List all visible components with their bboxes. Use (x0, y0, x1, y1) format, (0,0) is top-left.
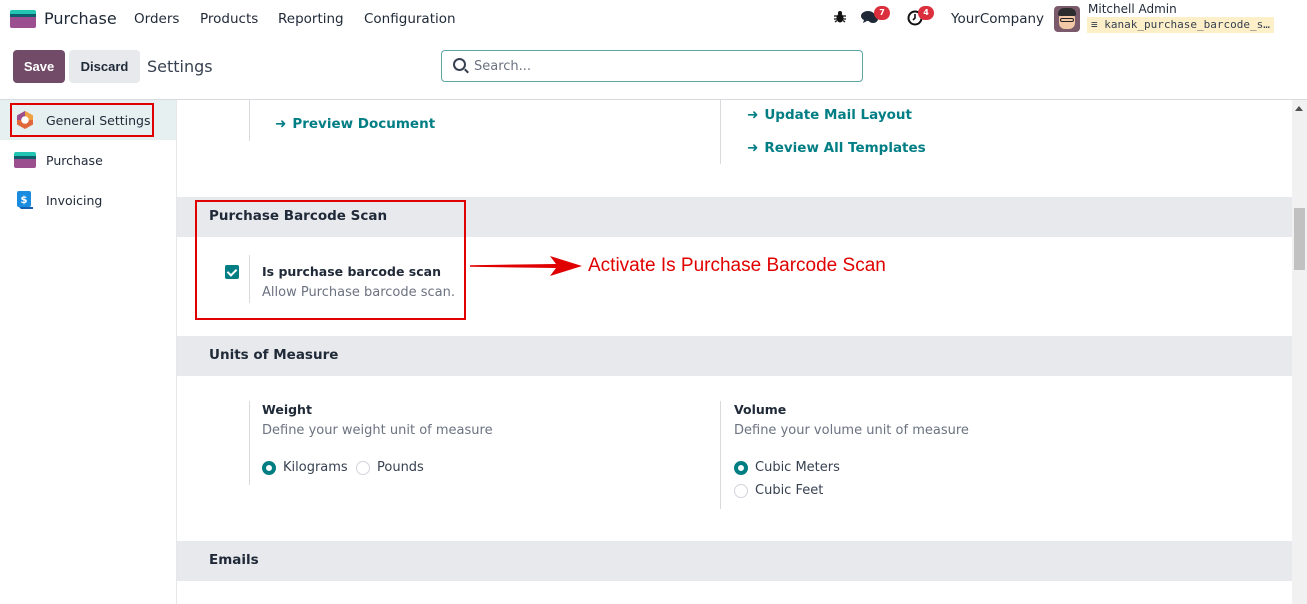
menu-configuration[interactable]: Configuration (364, 11, 456, 27)
section-header-emails: Emails (177, 541, 1292, 581)
sidebar-item-purchase[interactable]: Purchase (0, 140, 176, 180)
volume-title: Volume (734, 402, 787, 417)
volume-description: Define your volume unit of measure (734, 423, 969, 438)
company-switcher[interactable]: YourCompany (951, 11, 1044, 27)
arrow-right-icon: ➜ (747, 140, 759, 156)
general-settings-icon (17, 111, 33, 129)
svg-text:$: $ (21, 195, 28, 206)
weight-description: Define your weight unit of measure (262, 423, 493, 438)
annotation-text: Activate Is Purchase Barcode Scan (588, 255, 886, 276)
radio-label-cubic-meters[interactable]: Cubic Meters (755, 460, 840, 475)
review-all-templates-link[interactable]: ➜ Review All Templates (747, 140, 926, 156)
sidebar-item-label: Purchase (46, 152, 103, 168)
barcode-scan-checkbox[interactable] (225, 265, 239, 279)
radio-cubic-feet[interactable] (734, 484, 748, 498)
user-name[interactable]: Mitchell Admin (1088, 2, 1177, 16)
top-navbar: Purchase Orders Products Reporting Confi… (0, 0, 1307, 38)
database-icon: ≡ (1091, 18, 1098, 31)
radio-label-pounds[interactable]: Pounds (377, 460, 424, 475)
preview-document-link[interactable]: ➜ Preview Document (275, 116, 435, 132)
setting-divider (720, 100, 721, 164)
menu-products[interactable]: Products (200, 11, 258, 27)
scrollbar-thumb[interactable] (1294, 208, 1305, 270)
radio-label-cubic-feet[interactable]: Cubic Feet (755, 483, 823, 498)
invoicing-icon: $ (17, 191, 33, 209)
setting-divider (249, 401, 250, 485)
settings-sidebar: General Settings Purchase $ Invoicing (0, 100, 177, 604)
purchase-icon (14, 152, 36, 168)
radio-cubic-meters[interactable] (734, 461, 748, 475)
activities-badge: 4 (918, 6, 934, 20)
save-button[interactable]: Save (13, 50, 65, 83)
sidebar-item-general-settings[interactable]: General Settings (0, 100, 176, 140)
database-name: ≡ kanak_purchase_barcode_s… (1087, 17, 1274, 33)
vertical-scrollbar[interactable] (1292, 100, 1307, 604)
scroll-up-icon[interactable] (1295, 106, 1303, 111)
search-box[interactable] (441, 50, 863, 82)
setting-divider (249, 100, 250, 141)
update-mail-layout-link[interactable]: ➜ Update Mail Layout (747, 107, 912, 123)
barcode-scan-title: Is purchase barcode scan (262, 264, 441, 279)
menu-orders[interactable]: Orders (134, 11, 179, 27)
annotation-arrow-icon (470, 256, 582, 276)
arrow-right-icon: ➜ (747, 107, 759, 123)
discard-button[interactable]: Discard (69, 50, 140, 83)
barcode-scan-description: Allow Purchase barcode scan. (262, 285, 456, 300)
app-name[interactable]: Purchase (44, 9, 117, 28)
radio-pounds[interactable] (356, 461, 370, 475)
arrow-right-icon: ➜ (275, 116, 287, 132)
menu-reporting[interactable]: Reporting (278, 11, 344, 27)
section-header-uom: Units of Measure (177, 336, 1292, 376)
user-avatar[interactable] (1054, 6, 1080, 32)
bug-icon[interactable] (833, 10, 847, 28)
section-header-barcode: Purchase Barcode Scan (177, 197, 1292, 237)
purchase-app-icon[interactable] (10, 10, 36, 28)
breadcrumb: Settings (147, 57, 213, 76)
settings-content: ➜ Preview Document ➜ Update Mail Layout ➜ R… (177, 100, 1292, 604)
sidebar-item-invoicing[interactable]: $ Invoicing (0, 180, 176, 220)
messages-badge: 7 (874, 6, 890, 20)
radio-label-kilograms[interactable]: Kilograms (283, 460, 348, 475)
search-input[interactable] (474, 55, 854, 77)
sidebar-item-label: General Settings (46, 112, 151, 128)
radio-kilograms[interactable] (262, 461, 276, 475)
weight-title: Weight (262, 402, 312, 417)
sidebar-item-label: Invoicing (46, 192, 103, 208)
search-icon (453, 58, 466, 71)
setting-divider (720, 401, 721, 509)
setting-divider (249, 255, 250, 303)
